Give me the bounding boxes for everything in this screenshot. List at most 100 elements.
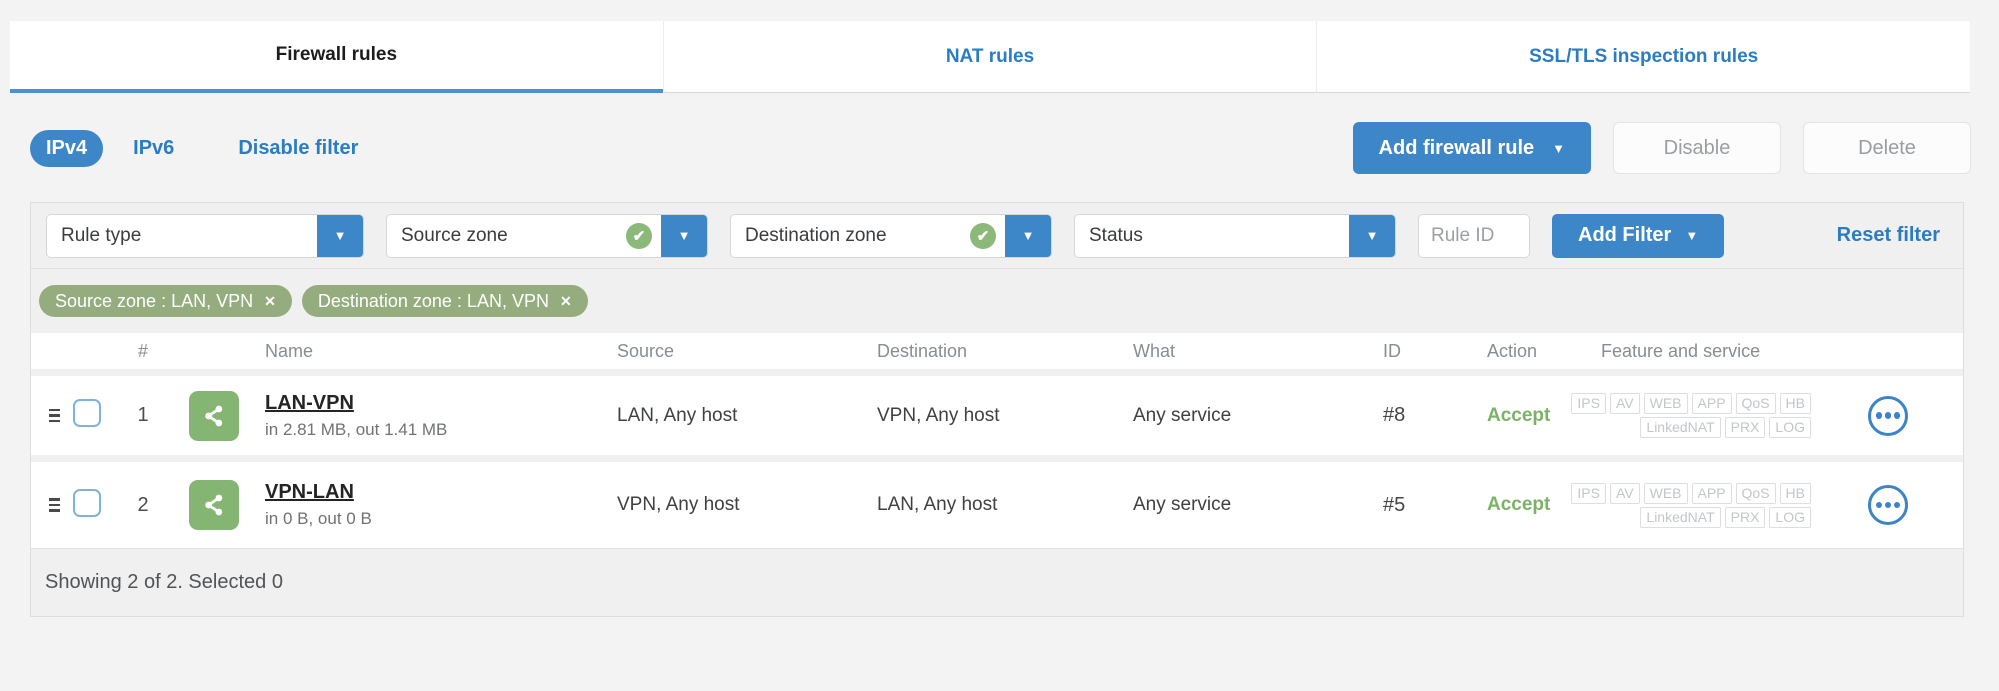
source-zone-dropdown[interactable]: Source zone ✔ ▼ xyxy=(386,213,708,258)
rule-source: LAN, Any host xyxy=(617,404,738,426)
chevron-down-icon[interactable]: ▼ xyxy=(1005,214,1051,257)
tab-ssl-tls-inspection-rules[interactable]: SSL/TLS inspection rules xyxy=(1316,21,1971,93)
toolbar-actions: Add firewall rule ▼ Disable Delete xyxy=(1352,122,1971,174)
firewall-rules-panel: Rule type ▼ Source zone ✔ ▼ Destination … xyxy=(30,202,1964,617)
badge-web: WEB xyxy=(1643,393,1688,414)
badge-linkednat: LinkedNAT xyxy=(1640,417,1721,438)
rule-name-link[interactable]: LAN-VPN xyxy=(265,392,447,415)
drag-handle-icon[interactable] xyxy=(31,408,65,423)
rule-source: VPN, Any host xyxy=(617,494,740,515)
filter-chip-label: Destination zone : LAN, VPN xyxy=(317,290,549,311)
filter-chip-destination-zone[interactable]: Destination zone : LAN, VPN ✕ xyxy=(301,285,588,317)
showing-selected-status: Showing 2 of 2. Selected 0 xyxy=(45,571,283,593)
close-icon[interactable]: ✕ xyxy=(264,293,276,310)
close-icon[interactable]: ✕ xyxy=(560,293,572,310)
chevron-down-icon[interactable]: ▼ xyxy=(661,214,707,257)
tab-firewall-rules[interactable]: Firewall rules xyxy=(10,21,663,93)
row-checkbox[interactable] xyxy=(73,488,101,517)
badge-qos: QoS xyxy=(1735,482,1776,504)
ipv4-toggle[interactable]: IPv4 xyxy=(30,129,104,167)
rule-action: Accept xyxy=(1487,404,1551,426)
tab-label: Firewall rules xyxy=(275,44,398,65)
badge-ips: IPS xyxy=(1571,482,1606,504)
badge-prx: PRX xyxy=(1724,506,1766,528)
destination-zone-dropdown[interactable]: Destination zone ✔ ▼ xyxy=(730,213,1052,258)
rule-destination: LAN, Any host xyxy=(877,494,998,515)
filter-row: Rule type ▼ Source zone ✔ ▼ Destination … xyxy=(31,203,1963,268)
source-zone-dropdown-label: Source zone xyxy=(401,224,508,246)
badge-hb: HB xyxy=(1779,393,1811,414)
badge-ips: IPS xyxy=(1571,393,1606,414)
share-network-icon[interactable] xyxy=(189,390,239,441)
badge-qos: QoS xyxy=(1735,393,1776,414)
feature-badges: IPS AV WEB APP QoS HB LinkedNAT PRX LOG xyxy=(1561,482,1813,528)
header-name: Name xyxy=(265,340,314,361)
table-footer: Showing 2 of 2. Selected 0 xyxy=(31,548,1963,616)
rule-type-dropdown-label: Rule type xyxy=(61,224,142,246)
badge-web: WEB xyxy=(1643,482,1688,504)
badge-app: APP xyxy=(1691,482,1732,504)
tab-label: SSL/TLS inspection rules xyxy=(1529,45,1759,67)
filter-chip-source-zone[interactable]: Source zone : LAN, VPN ✕ xyxy=(39,285,292,317)
rule-what: Any service xyxy=(1133,494,1232,515)
share-network-icon[interactable] xyxy=(189,480,239,530)
rule-what: Any service xyxy=(1133,404,1232,426)
rule-type-tabs: Firewall rules NAT rules SSL/TLS inspect… xyxy=(10,21,1971,93)
rule-traffic-stats: in 2.81 MB, out 1.41 MB xyxy=(265,419,448,439)
row-checkbox[interactable] xyxy=(73,399,101,427)
badge-app: APP xyxy=(1691,393,1732,414)
rule-id: #5 xyxy=(1383,493,1406,516)
badge-hb: HB xyxy=(1779,482,1811,504)
table-row: 2 VPN-LAN in 0 B, out 0 B VPN, Any host … xyxy=(31,462,1963,548)
chevron-down-icon[interactable]: ▼ xyxy=(317,214,363,257)
status-dropdown-label: Status xyxy=(1089,224,1143,246)
check-icon: ✔ xyxy=(626,222,652,249)
destination-zone-dropdown-label: Destination zone xyxy=(745,224,887,246)
reset-filter-link[interactable]: Reset filter xyxy=(1837,224,1940,247)
active-filter-chips: Source zone : LAN, VPN ✕ Destination zon… xyxy=(31,268,1963,333)
delete-button[interactable]: Delete xyxy=(1803,122,1971,174)
feature-badges: IPS AV WEB APP QoS HB LinkedNAT PRX LOG xyxy=(1561,393,1813,438)
add-filter-button[interactable]: Add Filter ▼ xyxy=(1552,213,1725,258)
table-row: 1 LAN-VPN in 2.81 MB, out 1.41 MB LAN, A… xyxy=(31,376,1963,462)
badge-av: AV xyxy=(1609,482,1640,504)
more-actions-icon[interactable] xyxy=(1868,395,1908,436)
rule-action: Accept xyxy=(1487,494,1551,515)
rule-name-cell: LAN-VPN in 2.81 MB, out 1.41 MB xyxy=(177,390,605,441)
add-firewall-rule-label: Add firewall rule xyxy=(1378,136,1535,159)
rule-id-input[interactable] xyxy=(1418,213,1530,258)
chevron-down-icon: ▼ xyxy=(1685,228,1699,243)
drag-handle-icon[interactable] xyxy=(31,498,65,512)
badge-log: LOG xyxy=(1769,417,1811,438)
tab-nat-rules[interactable]: NAT rules xyxy=(662,21,1317,93)
header-feature-and-service: Feature and service xyxy=(1601,340,1761,361)
status-dropdown[interactable]: Status ▼ xyxy=(1074,213,1396,258)
rule-traffic-stats: in 0 B, out 0 B xyxy=(265,509,372,528)
tab-label: NAT rules xyxy=(945,45,1035,67)
badge-linkednat: LinkedNAT xyxy=(1640,506,1721,528)
disable-button[interactable]: Disable xyxy=(1613,122,1781,174)
row-number: 1 xyxy=(137,404,149,426)
rule-name-link[interactable]: VPN-LAN xyxy=(265,481,372,504)
rule-type-dropdown[interactable]: Rule type ▼ xyxy=(46,213,364,258)
chevron-down-icon: ▼ xyxy=(1552,140,1565,156)
check-icon: ✔ xyxy=(970,222,996,249)
rule-name-cell: VPN-LAN in 0 B, out 0 B xyxy=(177,480,605,530)
badge-prx: PRX xyxy=(1724,417,1766,438)
rule-name-block: LAN-VPN in 2.81 MB, out 1.41 MB xyxy=(265,392,447,440)
badge-log: LOG xyxy=(1769,506,1811,528)
header-what: What xyxy=(1133,340,1176,361)
add-filter-label: Add Filter xyxy=(1578,224,1672,246)
disable-filter-link[interactable]: Disable filter xyxy=(238,137,358,160)
ipv6-toggle[interactable]: IPv6 xyxy=(133,137,174,160)
row-number: 2 xyxy=(137,493,149,516)
header-destination: Destination xyxy=(877,340,968,361)
rule-destination: VPN, Any host xyxy=(877,404,1000,426)
header-number: # xyxy=(137,340,148,361)
filter-chip-label: Source zone : LAN, VPN xyxy=(55,290,254,311)
chevron-down-icon[interactable]: ▼ xyxy=(1349,214,1395,257)
header-id: ID xyxy=(1383,340,1401,361)
rule-name-block: VPN-LAN in 0 B, out 0 B xyxy=(265,481,372,529)
add-firewall-rule-button[interactable]: Add firewall rule ▼ xyxy=(1352,122,1591,174)
more-actions-icon[interactable] xyxy=(1868,485,1908,525)
